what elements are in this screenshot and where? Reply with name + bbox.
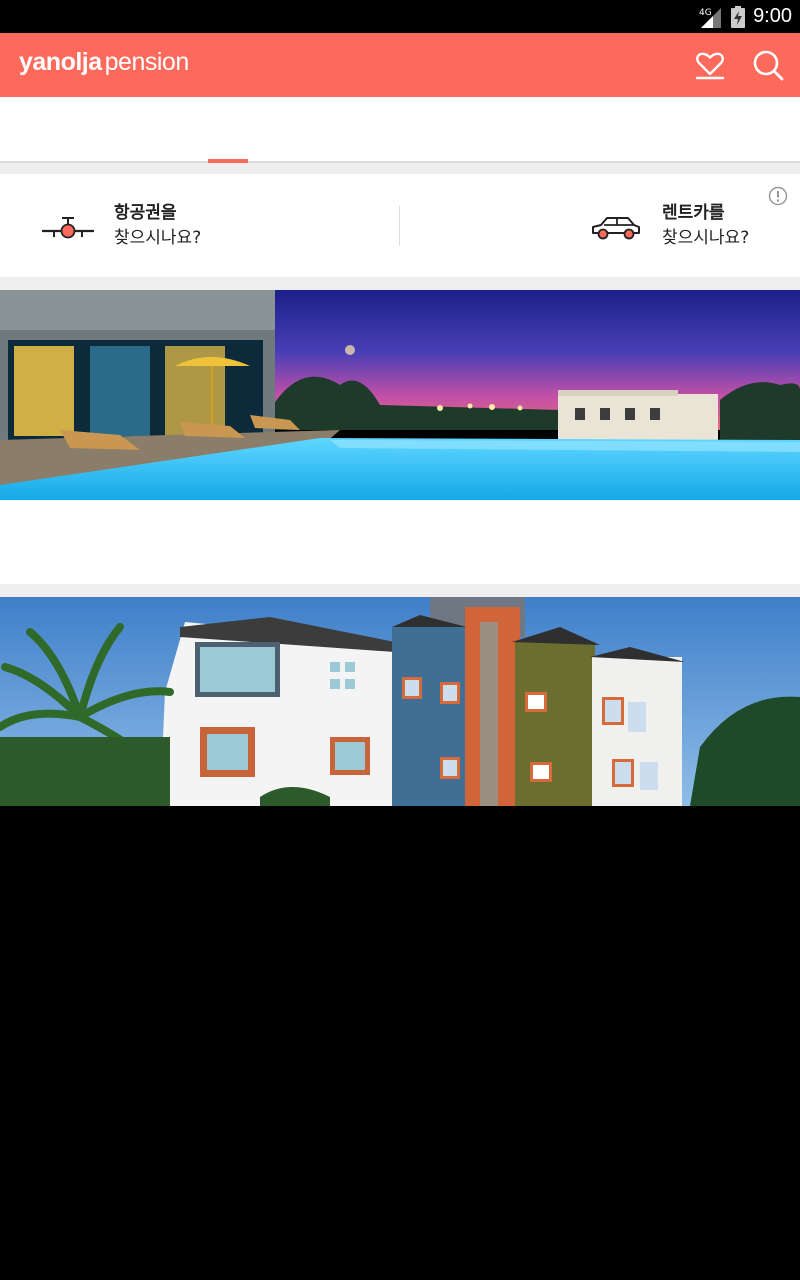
app-logo: yanolja pension [19,48,189,77]
svg-text:4G: 4G [699,8,712,18]
pool-resort-banner[interactable] [0,290,800,500]
empty-area [0,806,800,1280]
logo-product: pension [104,48,190,76]
flight-link-title: 항공권을 [114,202,177,223]
rentcar-link-subtitle: 찾으시나요? [662,227,750,248]
status-time: 9:00 [753,5,792,27]
signal-icon: 4G [699,7,722,28]
logo-brand: yanolja [19,48,102,76]
pension-building-banner[interactable] [0,597,800,806]
pool-resort-image [0,290,800,500]
pension-building-image [0,597,800,806]
info-icon[interactable] [768,186,788,206]
tab-bar[interactable] [0,97,800,163]
quick-links-divider [399,206,400,246]
section-gap [0,584,800,597]
search-icon[interactable] [750,47,786,83]
app-bar: yanolja pension [0,33,800,97]
airplane-icon [42,216,94,238]
banner-caption-area [0,500,800,584]
quick-links: 항공권을 찾으시나요? 렌트카를 찾으시나요? [0,174,800,277]
rentcar-link-title: 렌트카를 [662,202,725,223]
car-icon [592,216,640,239]
heart-icon[interactable] [692,47,728,83]
flight-link-subtitle: 찾으시나요? [114,227,202,248]
flight-link[interactable]: 항공권을 찾으시나요? [40,174,201,277]
section-gap [0,277,800,290]
rentcar-link[interactable]: 렌트카를 찾으시나요? [590,174,749,277]
battery-icon [731,5,746,28]
section-gap [0,163,800,174]
status-bar: 4G 9:00 [0,0,800,33]
